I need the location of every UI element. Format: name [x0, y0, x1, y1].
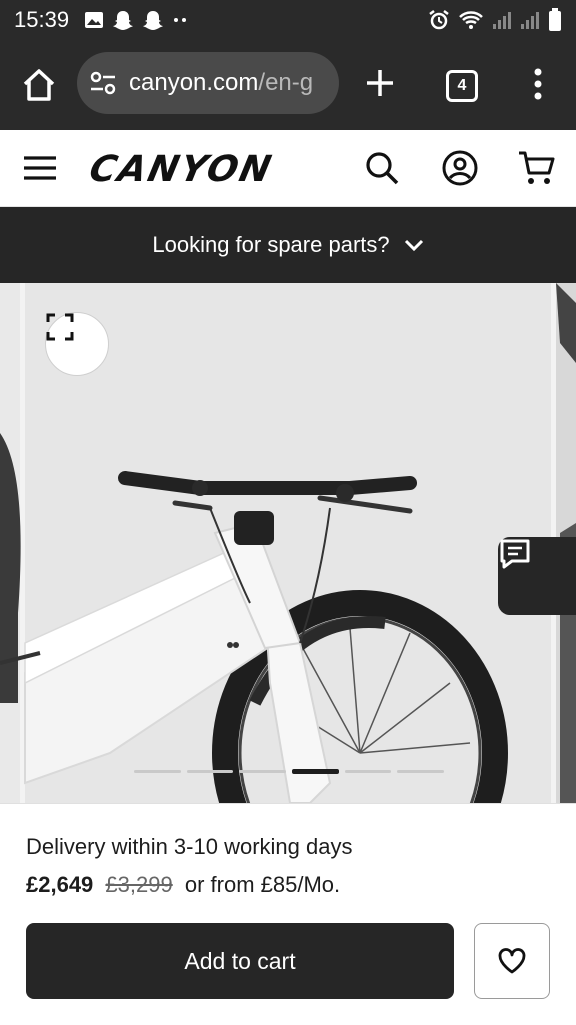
- cart-icon[interactable]: [516, 148, 556, 188]
- search-icon[interactable]: [362, 148, 402, 188]
- spare-parts-banner[interactable]: Looking for spare parts?: [0, 207, 576, 283]
- address-url: canyon.com/en-g: [129, 69, 313, 97]
- gallery-dot[interactable]: [292, 769, 339, 774]
- url-path: /en-g: [258, 69, 314, 96]
- signal-icon: [493, 12, 511, 29]
- add-to-cart-button[interactable]: Add to cart: [26, 923, 454, 999]
- expand-icon: [46, 313, 74, 341]
- gallery-dot[interactable]: [134, 770, 181, 773]
- hamburger-menu-icon[interactable]: [22, 152, 58, 184]
- site-header: CANYON: [0, 130, 576, 207]
- overflow-menu-icon[interactable]: [526, 66, 550, 102]
- battery-icon: [549, 8, 561, 31]
- snapchat-notification-icon: [113, 11, 133, 30]
- original-price: £3,299: [105, 872, 173, 897]
- gallery-dot[interactable]: [397, 770, 445, 773]
- chat-button[interactable]: [498, 537, 576, 615]
- status-bar: 15:39: [0, 0, 576, 40]
- spare-parts-text: Looking for spare parts?: [152, 232, 390, 257]
- new-tab-icon[interactable]: [362, 65, 398, 101]
- canyon-logo[interactable]: CANYON: [85, 148, 304, 192]
- finance-price: or from £85/Mo.: [184, 872, 341, 897]
- signal-icon-2: [521, 12, 539, 29]
- account-icon[interactable]: [440, 148, 480, 188]
- status-notification-icons: [84, 9, 188, 31]
- tab-switcher-button[interactable]: 4: [446, 70, 478, 102]
- wishlist-button[interactable]: [474, 923, 550, 999]
- chat-icon: [500, 539, 530, 569]
- address-bar[interactable]: canyon.com/en-g: [77, 52, 339, 114]
- wifi-icon: [459, 11, 483, 29]
- delivery-info: Delivery within 3-10 working days: [26, 834, 353, 859]
- price-row: £2,649 £3,299 or from £85/Mo.: [26, 872, 340, 898]
- gallery-notification-icon: [85, 12, 103, 28]
- heart-icon: [498, 948, 526, 974]
- fullscreen-button[interactable]: [45, 312, 109, 376]
- more-notifications-icon: [174, 18, 186, 22]
- snapchat-notification-icon: [143, 11, 163, 30]
- status-system-icons: [428, 8, 562, 32]
- product-image-gallery[interactable]: [0, 283, 576, 803]
- status-time: 15:39: [14, 7, 70, 32]
- current-price: £2,649: [26, 872, 94, 897]
- gallery-dot[interactable]: [186, 770, 234, 773]
- browser-toolbar: canyon.com/en-g 4: [0, 40, 576, 130]
- gallery-dot[interactable]: [344, 770, 392, 773]
- home-icon[interactable]: [20, 66, 58, 104]
- chevron-down-icon: [404, 239, 423, 252]
- product-purchase-panel: Delivery within 3-10 working days £2,649…: [0, 803, 576, 1025]
- url-host: canyon.com: [129, 69, 259, 96]
- gallery-dot[interactable]: [239, 770, 287, 773]
- site-settings-icon[interactable]: [89, 69, 117, 97]
- gallery-pagination: [134, 768, 445, 774]
- alarm-icon: [429, 10, 449, 30]
